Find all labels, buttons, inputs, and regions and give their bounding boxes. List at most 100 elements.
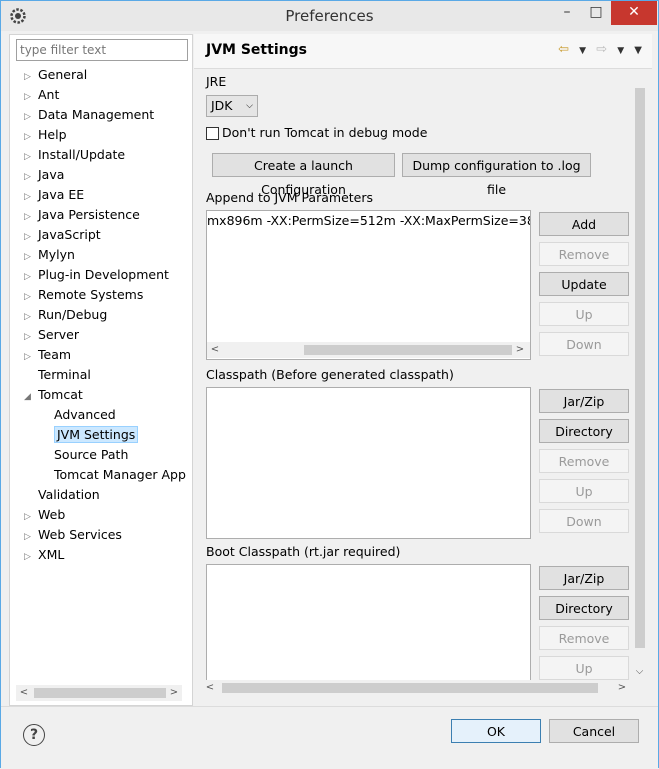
tree-item-label: Validation: [38, 487, 100, 502]
tree-item-javascript[interactable]: ▷ JavaScript: [24, 226, 101, 244]
help-icon[interactable]: ?: [23, 724, 45, 746]
expand-arrow-icon[interactable]: ▷: [24, 348, 38, 366]
classpath-list[interactable]: [206, 387, 531, 539]
boot-classpath-list[interactable]: [206, 564, 531, 694]
tree-item-web[interactable]: ▷ Web: [24, 506, 65, 524]
expand-arrow-icon[interactable]: ▷: [24, 528, 38, 546]
expand-arrow-icon[interactable]: ▷: [24, 308, 38, 326]
tree-item-validation[interactable]: Validation: [24, 486, 100, 504]
expand-arrow-icon[interactable]: ▷: [24, 268, 38, 286]
page-vertical-scrollbar[interactable]: ⌵: [631, 86, 648, 686]
tree-item-advanced[interactable]: Advanced: [54, 406, 116, 424]
expand-arrow-icon[interactable]: ▷: [24, 508, 38, 526]
tree-item-general[interactable]: ▷ General: [24, 66, 87, 84]
expand-arrow-icon[interactable]: ▷: [24, 168, 38, 186]
view-menu-icon[interactable]: ▼: [634, 45, 642, 56]
boot-up-button[interactable]: Up: [539, 656, 629, 680]
page-title: JVM Settings: [206, 42, 307, 58]
expand-arrow-icon[interactable]: ▷: [24, 68, 38, 86]
expand-arrow-icon[interactable]: ▷: [24, 108, 38, 126]
classpath-remove-button[interactable]: Remove: [539, 449, 629, 473]
tree-item-run-debug[interactable]: ▷ Run/Debug: [24, 306, 107, 324]
expand-arrow-icon[interactable]: ▷: [24, 148, 38, 166]
scroll-left-arrow-icon[interactable]: <: [16, 685, 32, 701]
expand-arrow-icon[interactable]: ▷: [24, 228, 38, 246]
ok-button[interactable]: OK: [451, 719, 541, 743]
remove-jvm-param-button[interactable]: Remove: [539, 242, 629, 266]
tree-item-ant[interactable]: ▷ Ant: [24, 86, 59, 104]
move-up-jvm-param-button[interactable]: Up: [539, 302, 629, 326]
boot-jarzip-button[interactable]: Jar/Zip: [539, 566, 629, 590]
tree-item-remote-systems[interactable]: ▷ Remote Systems: [24, 286, 143, 304]
back-arrow-icon[interactable]: ⇦: [558, 42, 569, 57]
scrollbar-thumb[interactable]: [635, 88, 645, 648]
maximize-button[interactable]: □: [581, 1, 611, 25]
page-horizontal-scrollbar[interactable]: < >: [202, 680, 630, 696]
tree-item-terminal[interactable]: Terminal: [24, 366, 91, 384]
close-button[interactable]: ✕: [611, 1, 657, 25]
debug-mode-checkbox[interactable]: [206, 127, 219, 140]
tree-item-label: Remote Systems: [38, 287, 144, 302]
forward-arrow-icon[interactable]: ⇨: [596, 42, 607, 57]
tree-horizontal-scrollbar[interactable]: < >: [16, 685, 182, 701]
add-button[interactable]: Add: [539, 212, 629, 236]
tree-item-team[interactable]: ▷ Team: [24, 346, 71, 364]
tree-item-tomcat-manager-app[interactable]: Tomcat Manager App: [54, 466, 186, 484]
expand-arrow-icon[interactable]: ▷: [24, 248, 38, 266]
jvm-params-horizontal-scrollbar[interactable]: < >: [207, 342, 530, 358]
tree-item-java-persistence[interactable]: ▷ Java Persistence: [24, 206, 140, 224]
tree-item-java[interactable]: ▷ Java: [24, 166, 64, 184]
expand-arrow-icon[interactable]: ◢: [24, 388, 38, 406]
jvm-params-list[interactable]: mx896m -XX:PermSize=512m -XX:MaxPermSize…: [206, 210, 531, 360]
tree-item-label: JVM Settings: [54, 426, 139, 443]
tree-item-source-path[interactable]: Source Path: [54, 446, 128, 464]
tree-item-web-services[interactable]: ▷ Web Services: [24, 526, 122, 544]
tree-item-label: Run/Debug: [38, 307, 108, 322]
scroll-down-arrow-icon[interactable]: ⌵: [631, 666, 648, 682]
forward-dropdown-icon[interactable]: ▼: [617, 46, 624, 56]
classpath-directory-button[interactable]: Directory: [539, 419, 629, 443]
minimize-button[interactable]: –: [552, 1, 582, 25]
cancel-button[interactable]: Cancel: [549, 719, 639, 743]
move-down-jvm-param-button[interactable]: Down: [539, 332, 629, 356]
scrollbar-thumb[interactable]: [222, 683, 598, 693]
jre-select[interactable]: JDK ⌵: [206, 95, 258, 117]
tree-item-jvm-settings[interactable]: JVM Settings: [54, 426, 139, 444]
jvm-params-entry[interactable]: mx896m -XX:PermSize=512m -XX:MaxPermSize…: [207, 213, 530, 228]
scroll-left-arrow-icon[interactable]: <: [207, 342, 223, 358]
scroll-left-arrow-icon[interactable]: <: [202, 680, 218, 696]
tree-item-mylyn[interactable]: ▷ Mylyn: [24, 246, 75, 264]
scrollbar-thumb[interactable]: [304, 345, 512, 355]
dump-config-button[interactable]: Dump configuration to .log file: [402, 153, 591, 197]
expand-arrow-icon[interactable]: ▷: [24, 288, 38, 306]
update-button[interactable]: Update: [539, 272, 629, 296]
filter-input[interactable]: type filter text: [16, 39, 188, 61]
expand-arrow-icon[interactable]: ▷: [24, 88, 38, 106]
tree-item-label: Ant: [38, 87, 60, 102]
expand-arrow-icon[interactable]: ▷: [24, 548, 38, 566]
classpath-down-button[interactable]: Down: [539, 509, 629, 533]
scroll-right-arrow-icon[interactable]: >: [614, 680, 630, 696]
classpath-jarzip-button[interactable]: Jar/Zip: [539, 389, 629, 413]
create-launch-config-button[interactable]: Create a launch Configuration: [212, 153, 395, 197]
classpath-up-button[interactable]: Up: [539, 479, 629, 503]
scroll-right-arrow-icon[interactable]: >: [512, 342, 528, 358]
expand-arrow-icon[interactable]: ▷: [24, 128, 38, 146]
tree-item-java-ee[interactable]: ▷ Java EE: [24, 186, 84, 204]
tree-item-data-management[interactable]: ▷ Data Management: [24, 106, 154, 124]
tree-item-plug-in-development[interactable]: ▷ Plug-in Development: [24, 266, 169, 284]
back-dropdown-icon[interactable]: ▼: [579, 46, 586, 56]
tree-item-xml[interactable]: ▷ XML: [24, 546, 64, 564]
tree-item-tomcat[interactable]: ◢ Tomcat: [24, 386, 83, 404]
boot-directory-button[interactable]: Directory: [539, 596, 629, 620]
tree-item-install-update[interactable]: ▷ Install/Update: [24, 146, 125, 164]
boot-remove-button[interactable]: Remove: [539, 626, 629, 650]
expand-arrow-icon[interactable]: ▷: [24, 188, 38, 206]
expand-arrow-icon[interactable]: ▷: [24, 208, 38, 226]
scroll-right-arrow-icon[interactable]: >: [166, 685, 182, 701]
expand-arrow-icon[interactable]: ▷: [24, 328, 38, 346]
scrollbar-thumb[interactable]: [34, 688, 166, 698]
tree-item-server[interactable]: ▷ Server: [24, 326, 79, 344]
tree-item-label: Terminal: [38, 367, 91, 382]
tree-item-help[interactable]: ▷ Help: [24, 126, 67, 144]
